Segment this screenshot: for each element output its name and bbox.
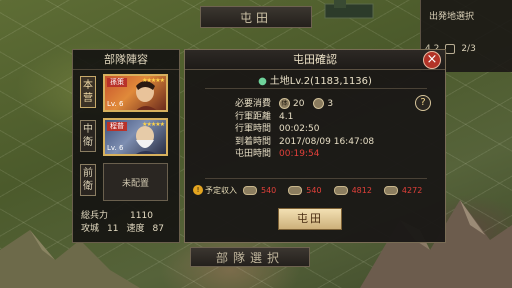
divider (205, 88, 427, 89)
farm-confirm-dialog: 屯田確認 × ● 土地Lv.2(1183,1136) ? 必要消費 体 20 3 行… (184, 49, 446, 243)
formation-panel: 部隊陣容 本营 中衛 前衛 孫策 ★★★★★ Lv. 6 程普 ★★★★★ Lv… (72, 49, 180, 243)
distance-value: 4.1 (279, 111, 294, 122)
cost-token: 3 (327, 99, 334, 109)
cost-label: 必要消費 (235, 99, 272, 109)
wood-icon (243, 185, 257, 195)
expected-income-row: ! 予定収入 540 540 4812 4272 (185, 181, 445, 199)
march-time-row: 行軍時間 00:02:50 (235, 123, 374, 136)
formation-title: 部隊陣容 (73, 50, 179, 70)
close-button[interactable]: × (423, 51, 441, 69)
troop-icon (445, 44, 456, 54)
general-level: Lv. 6 (107, 100, 124, 108)
general-name: 程普 (107, 122, 127, 131)
token-icon (313, 98, 325, 109)
position-front: 前衛 (80, 164, 96, 196)
tab-unit-select[interactable]: 部隊選択 (190, 247, 310, 267)
grain-value: 4272 (401, 185, 423, 195)
troops-value: 1110 (130, 211, 153, 221)
grain-icon (383, 185, 398, 195)
alert-icon: ! (193, 185, 203, 195)
speed-value: 87 (152, 224, 164, 234)
stone-value: 4812 (351, 185, 372, 195)
castle-icon[interactable] (320, 0, 380, 20)
cost-values: 体 20 3 (279, 98, 333, 111)
stamina-icon: 体 (279, 98, 290, 109)
iron-icon (288, 185, 303, 195)
general-level: Lv. 6 (107, 144, 124, 152)
resource-iron: 540 (288, 185, 322, 195)
iron-value: 540 (306, 185, 322, 195)
empty-slot-front[interactable]: 未配置 (103, 163, 168, 201)
resource-grain: 4272 (383, 185, 423, 195)
cost-stamina: 20 (293, 99, 305, 109)
location-pin-icon: ● (258, 76, 267, 87)
info-table: 必要消費 体 20 3 行軍距離 4.1 行軍時間 00:02:50 到着時間 2… (235, 98, 374, 161)
arrival-row: 到着時間 2017/08/09 16:47:08 (235, 136, 374, 149)
dialog-title: 屯田確認 (185, 50, 445, 70)
divider (205, 178, 427, 179)
troop-count: 2/3 (461, 44, 476, 54)
general-card-main[interactable]: 孫策 ★★★★★ Lv. 6 (103, 74, 168, 112)
confirm-farm-button[interactable]: 屯田 (278, 208, 342, 230)
star-rating: ★★★★★ (142, 121, 165, 128)
formation-stats: 総兵力 1110 攻城 11 速度 87 (81, 210, 164, 236)
general-card-middle[interactable]: 程普 ★★★★★ Lv. 6 (103, 118, 168, 156)
siege-value: 11 (107, 224, 119, 234)
march-time-value: 00:02:50 (279, 124, 320, 134)
stone-icon (333, 185, 348, 195)
position-main: 本营 (80, 76, 96, 108)
location-text: 土地Lv.2(1183,1136) (269, 76, 372, 87)
help-button[interactable]: ? (415, 95, 431, 111)
speed-label: 速度 (126, 224, 145, 234)
position-middle: 中衛 (80, 120, 96, 152)
expected-income-label: 予定収入 (205, 185, 237, 195)
distance-row: 行軍距離 4.1 (235, 111, 374, 124)
arrival-value: 2017/08/09 16:47:08 (279, 136, 375, 147)
star-rating: ★★★★★ (142, 77, 165, 84)
wood-value: 540 (261, 185, 277, 195)
siege-label: 攻城 (81, 224, 100, 234)
top-banner: 屯田 (200, 6, 312, 28)
farm-time-row: 屯田時間 00:19:54 (235, 148, 374, 161)
march-time-label: 行軍時間 (235, 124, 272, 134)
location-row: ● 土地Lv.2(1183,1136) (185, 72, 445, 87)
resource-wood: 540 (243, 185, 277, 195)
troops-label: 総兵力 (81, 211, 109, 221)
arrival-label: 到着時間 (235, 136, 272, 147)
farm-time-label: 屯田時間 (235, 149, 272, 159)
farm-time-value: 00:19:54 (279, 149, 320, 159)
general-name: 孫策 (107, 78, 127, 87)
departure-title: 出発地選択 (429, 12, 475, 22)
cost-row: 必要消費 体 20 3 (235, 98, 374, 111)
distance-label: 行軍距離 (235, 111, 272, 122)
resource-stone: 4812 (333, 185, 372, 195)
